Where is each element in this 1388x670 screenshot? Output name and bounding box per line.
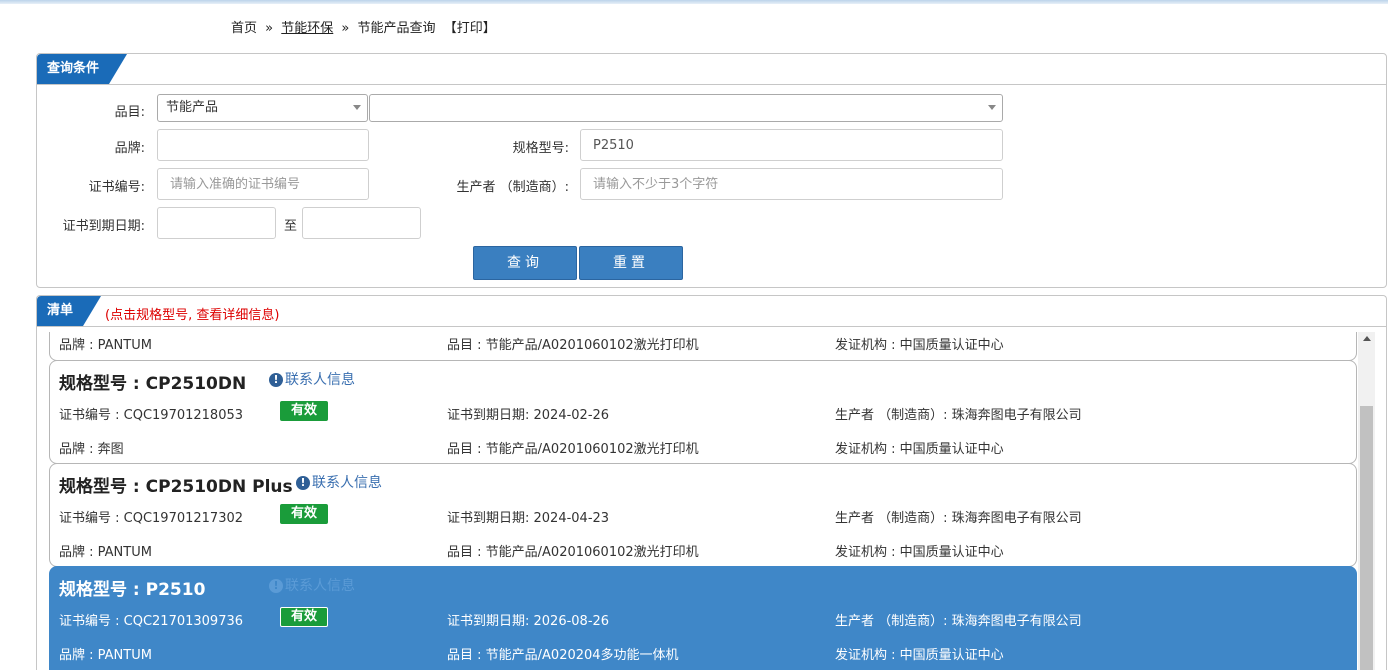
brand-text: 品牌 : 奔图 <box>59 442 124 457</box>
results-hint: (点击规格型号, 查看详细信息) <box>105 308 280 323</box>
issuer-text: 发证机构 : 中国质量认证中心 <box>835 648 1004 663</box>
brand-text: 品牌 : PANTUM <box>59 648 152 663</box>
model-title-link[interactable]: 规格型号 : P2510 <box>59 575 205 600</box>
model-title-link[interactable]: 规格型号 : CP2510DN <box>59 369 246 394</box>
info-icon: ! <box>296 476 310 490</box>
subcategory-select[interactable] <box>369 94 1003 122</box>
maker-text: 生产者 （制造商）: 珠海奔图电子有限公司 <box>835 408 1082 423</box>
list-item: 品牌 : PANTUM 品目 : 节能产品/A0201060102激光打印机 发… <box>49 332 1357 361</box>
cert-number-input[interactable] <box>157 168 369 200</box>
info-icon: ! <box>269 579 283 593</box>
print-link[interactable]: 【打印】 <box>444 21 496 36</box>
top-strip <box>0 0 1388 4</box>
scrollbar-thumb[interactable] <box>1360 406 1373 670</box>
list-item: 规格型号 : CP2510DN ! 联系人信息 证书编号 : CQC1970121… <box>49 360 1357 464</box>
search-button[interactable]: 查询 <box>473 246 577 280</box>
model-input[interactable] <box>580 129 1003 161</box>
breadcrumb-home[interactable]: 首页 <box>231 21 257 36</box>
cert-number-text: 证书编号 : CQC19701218053 <box>59 408 244 423</box>
maker-input[interactable] <box>580 168 1003 200</box>
to-label: 至 <box>283 219 297 234</box>
expiry-text: 证书到期日期: 2024-02-26 <box>447 408 610 423</box>
query-panel-tab: 查询条件 <box>37 54 127 84</box>
contact-info-label: 联系人信息 <box>312 475 382 491</box>
expiry-text: 证书到期日期: 2024-04-23 <box>447 511 610 526</box>
query-panel: 查询条件 品目: 节能产品 品牌: 规格型号: 证书编号: 生产者 （制造商）:… <box>36 53 1387 288</box>
status-badge: 有效 <box>280 607 328 627</box>
breadcrumb-current: 节能产品查询 <box>357 21 436 36</box>
contact-info-link[interactable]: ! 联系人信息 <box>269 369 355 389</box>
issuer-text: 发证机构 : 中国质量认证中心 <box>835 338 1004 353</box>
reset-button[interactable]: 重置 <box>579 246 683 280</box>
list-item: 规格型号 : CP2510DN Plus ! 联系人信息 证书编号 : CQC19… <box>49 463 1357 567</box>
info-icon: ! <box>269 373 283 387</box>
contact-info-link[interactable]: ! 联系人信息 <box>269 575 355 595</box>
contact-info-link[interactable]: ! 联系人信息 <box>296 472 382 492</box>
status-badge: 有效 <box>280 401 328 421</box>
breadcrumb-separator: » <box>265 21 274 36</box>
brand-label: 品牌: <box>114 141 145 156</box>
contact-info-label: 联系人信息 <box>285 372 355 388</box>
results-list: 品牌 : PANTUM 品目 : 节能产品/A0201060102激光打印机 发… <box>49 332 1357 670</box>
maker-text: 生产者 （制造商）: 珠海奔图电子有限公司 <box>835 511 1082 526</box>
results-panel-header: 清单 (点击规格型号, 查看详细信息) <box>37 296 1386 327</box>
expiry-date-from-input[interactable] <box>157 207 276 239</box>
expiry-date-label: 证书到期日期: <box>62 219 145 234</box>
results-panel: 清单 (点击规格型号, 查看详细信息) 品牌 : PANTUM 品目 : 节能产… <box>36 295 1387 670</box>
list-item-selected[interactable]: 规格型号 : P2510 ! 联系人信息 证书编号 : CQC2170130973… <box>49 566 1357 670</box>
results-panel-tab: 清单 <box>37 296 101 326</box>
query-panel-header: 查询条件 <box>37 54 1386 85</box>
brand-input[interactable] <box>157 129 369 161</box>
category-label: 品目: <box>114 105 145 120</box>
cert-number-label: 证书编号: <box>88 180 145 195</box>
status-badge: 有效 <box>280 504 328 524</box>
breadcrumb: 首页 » 节能环保 » 节能产品查询 【打印】 <box>231 17 496 36</box>
maker-text: 生产者 （制造商）: 珠海奔图电子有限公司 <box>835 614 1082 629</box>
contact-info-label: 联系人信息 <box>285 578 355 594</box>
expiry-text: 证书到期日期: 2026-08-26 <box>447 614 610 629</box>
cert-number-text: 证书编号 : CQC21701309736 <box>59 614 244 629</box>
cert-number-text: 证书编号 : CQC19701217302 <box>59 511 244 526</box>
issuer-text: 发证机构 : 中国质量认证中心 <box>835 545 1004 560</box>
expiry-date-to-input[interactable] <box>302 207 421 239</box>
brand-text: 品牌 : PANTUM <box>59 338 152 353</box>
breadcrumb-separator: » <box>341 21 350 36</box>
category-text: 品目 : 节能产品/A0201060102激光打印机 <box>447 545 699 560</box>
chevron-down-icon <box>988 105 996 110</box>
scroll-up-arrow-icon[interactable] <box>1363 336 1371 341</box>
model-label: 规格型号: <box>512 141 569 156</box>
brand-text: 品牌 : PANTUM <box>59 545 152 560</box>
model-title-link[interactable]: 规格型号 : CP2510DN Plus <box>59 472 293 497</box>
results-scrollbar[interactable] <box>1358 332 1375 670</box>
category-select-value: 节能产品 <box>166 100 219 115</box>
breadcrumb-section-link[interactable]: 节能环保 <box>281 21 333 36</box>
chevron-down-icon <box>353 105 361 110</box>
category-select[interactable]: 节能产品 <box>157 94 368 122</box>
category-text: 品目 : 节能产品/A020204多功能一体机 <box>447 648 679 663</box>
issuer-text: 发证机构 : 中国质量认证中心 <box>835 442 1004 457</box>
category-text: 品目 : 节能产品/A0201060102激光打印机 <box>447 442 699 457</box>
maker-label: 生产者 （制造商）: <box>456 180 569 195</box>
category-text: 品目 : 节能产品/A0201060102激光打印机 <box>447 338 699 353</box>
